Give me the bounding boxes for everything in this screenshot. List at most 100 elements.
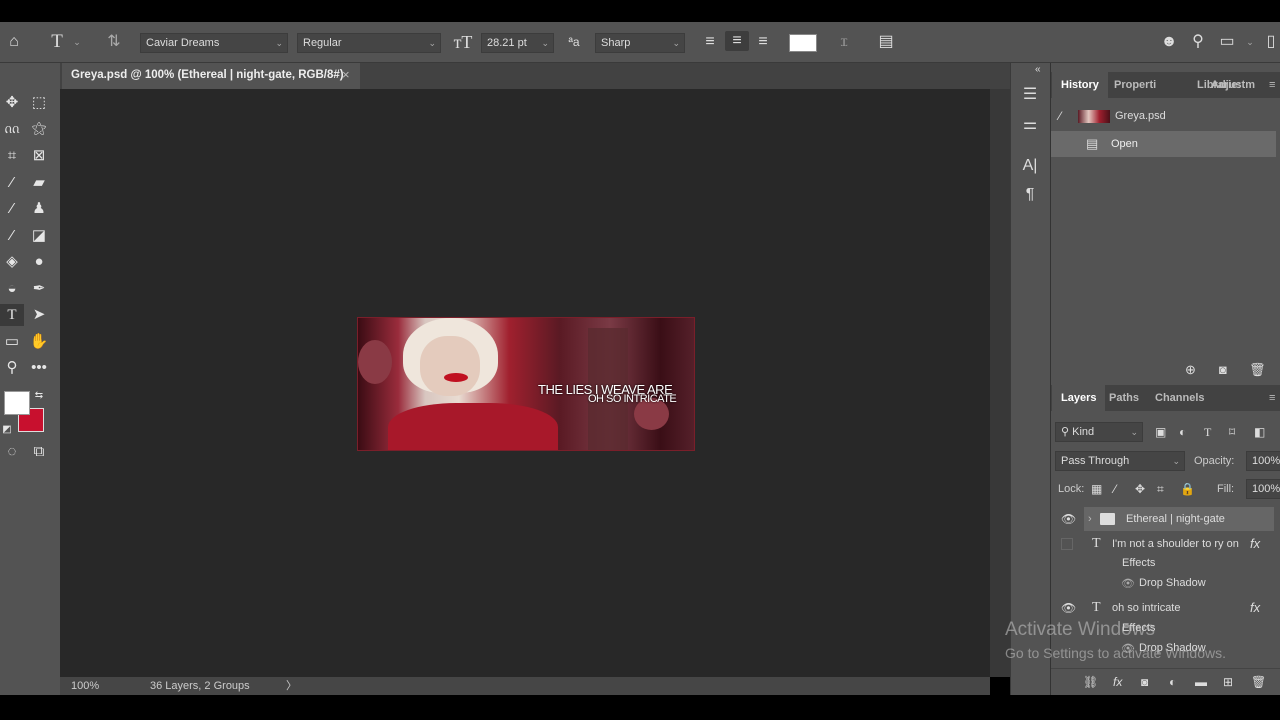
lock-transparency-icon[interactable]: ▦ — [1091, 479, 1102, 499]
workspace-icon[interactable]: ▭ — [1216, 32, 1238, 52]
path-selection-icon[interactable]: ➤ — [27, 304, 51, 326]
character-panel-icon[interactable]: A| — [1019, 156, 1041, 176]
opacity-input[interactable]: 100% — [1246, 451, 1280, 471]
canvas-area[interactable]: The lies I weave are oh so intricate — [60, 89, 990, 677]
paint-bucket-icon[interactable]: ◈ — [0, 251, 24, 273]
tab-channels[interactable]: Channels — [1146, 385, 1214, 411]
tab-history[interactable]: History — [1052, 72, 1108, 98]
align-right-icon[interactable]: ≡ — [753, 32, 773, 52]
default-colors-icon[interactable]: ◩ — [0, 419, 14, 441]
document-tab[interactable]: Greya.psd @ 100% (Ethereal | night-gate,… — [62, 63, 360, 89]
filter-pixel-icon[interactable]: ▣ — [1155, 422, 1166, 442]
visibility-toggle-off[interactable] — [1061, 538, 1073, 550]
frame-tool-icon[interactable]: ⊠ — [27, 145, 51, 167]
history-panel-icon[interactable]: ☰ — [1019, 85, 1041, 105]
layer-row-group[interactable]: › Ethereal | night-gate — [1084, 507, 1274, 531]
add-mask-icon[interactable]: ◙ — [1141, 672, 1148, 692]
more-tools-icon[interactable]: ••• — [27, 357, 51, 379]
new-document-from-state-icon[interactable]: ⊕ — [1185, 360, 1196, 380]
screen-mode-icon[interactable]: ⧉ — [27, 441, 51, 463]
zoom-level[interactable]: 100% — [71, 677, 99, 695]
adjustments-panel-icon[interactable]: ⚌ — [1019, 115, 1041, 135]
antialias-select[interactable]: Sharp ⌄ — [595, 33, 685, 53]
status-menu-arrow[interactable]: 〉 — [286, 677, 297, 695]
panel-layout-icon[interactable]: ▯ — [1262, 32, 1280, 52]
tab-paths[interactable]: Paths — [1100, 385, 1148, 411]
filter-shape-icon[interactable]: ⌑ — [1229, 422, 1235, 442]
document-canvas-artwork[interactable]: The lies I weave are oh so intricate — [357, 317, 695, 451]
lock-all-icon[interactable]: 🔒 — [1180, 479, 1195, 499]
lock-pixels-icon[interactable]: ⁄ — [1114, 479, 1116, 499]
rectangle-tool-icon[interactable]: ▭ — [0, 331, 24, 353]
canvas-scrollbar[interactable] — [990, 89, 1010, 677]
search-icon[interactable]: ⚲ — [1188, 32, 1208, 52]
pen-tool-icon[interactable]: ✒ — [27, 278, 51, 300]
font-family-select[interactable]: Caviar Dreams ⌄ — [140, 33, 288, 53]
visibility-eye-icon[interactable]: 👁 — [1061, 601, 1076, 615]
tab-adjustments[interactable]: Adjustm — [1202, 72, 1264, 98]
lock-position-icon[interactable]: ✥ — [1135, 479, 1145, 499]
text-tool-preset-icon[interactable]: T — [46, 32, 68, 52]
panel-menu-icon[interactable]: ≡ — [1269, 385, 1275, 411]
visibility-eye-icon[interactable]: 👁 — [1061, 512, 1076, 526]
eyedropper-icon[interactable]: ⁄ — [0, 172, 24, 194]
history-snapshot[interactable]: ⁄ Greya.psd — [1051, 103, 1276, 129]
text-color-swatch[interactable] — [789, 34, 817, 52]
stamp-tool-icon[interactable]: ♟ — [27, 198, 51, 220]
type-tool-icon[interactable]: T — [0, 304, 24, 326]
font-size-input[interactable]: 28.21 pt ⌄ — [481, 33, 554, 53]
history-brush-source-icon[interactable]: ⁄ — [1059, 103, 1061, 129]
tab-layers[interactable]: Layers — [1052, 385, 1106, 411]
trash-icon[interactable]: 🗑 — [1249, 360, 1266, 380]
eraser-icon[interactable]: ◪ — [27, 225, 51, 247]
new-layer-icon[interactable]: ⊞ — [1223, 672, 1233, 692]
zoom-tool-icon[interactable]: ⚲ — [0, 357, 24, 379]
lasso-tool-icon[interactable]: ᦶ — [0, 118, 24, 140]
filter-smart-object-icon[interactable]: ◧ — [1254, 422, 1265, 442]
new-adjustment-icon[interactable]: ◐ — [1169, 672, 1176, 692]
hand-tool-icon[interactable]: ✋ — [27, 331, 51, 353]
crop-tool-icon[interactable]: ⌗ — [0, 145, 24, 167]
marquee-tool-icon[interactable]: ⬚ — [27, 92, 51, 114]
new-group-icon[interactable]: ▬ — [1195, 672, 1207, 692]
fx-icon[interactable]: fx — [1250, 598, 1260, 618]
fx-icon[interactable]: fx — [1250, 534, 1260, 554]
quick-mask-icon[interactable]: ◌ — [0, 441, 24, 463]
text-orientation-icon[interactable]: ⇅ — [103, 32, 125, 52]
healing-brush-icon[interactable]: ▰ — [27, 172, 51, 194]
align-center-icon[interactable]: ≡ — [725, 31, 749, 51]
history-state-open[interactable]: ▤ Open — [1051, 131, 1276, 157]
swap-colors-icon[interactable]: ⇆ — [32, 385, 46, 407]
layer-filter-select[interactable]: ⚲ Kind ⌄ — [1055, 422, 1143, 442]
home-icon[interactable]: ⌂ — [4, 32, 24, 52]
chevron-right-icon[interactable]: › — [1088, 507, 1092, 531]
foreground-color-swatch[interactable] — [4, 391, 30, 415]
link-layers-icon[interactable]: ⛓ — [1083, 672, 1098, 692]
effect-drop-shadow[interactable]: Drop Shadow — [1139, 577, 1206, 589]
add-style-icon[interactable]: fx — [1113, 672, 1122, 692]
chevron-down-icon[interactable]: ⌄ — [70, 32, 84, 52]
paragraph-panel-icon[interactable]: ¶ — [1019, 185, 1041, 205]
collapse-panels-icon[interactable]: « — [1035, 60, 1041, 80]
delete-layer-icon[interactable]: 🗑 — [1251, 672, 1266, 692]
fill-input[interactable]: 100% — [1246, 479, 1280, 499]
character-panel-icon[interactable]: ▤ — [876, 32, 896, 52]
chevron-down-icon[interactable]: ⌄ — [1244, 32, 1256, 52]
panel-menu-icon[interactable]: ≡ — [1269, 72, 1275, 98]
filter-adjustment-icon[interactable]: ◐ — [1179, 422, 1186, 442]
tab-properties[interactable]: Properti — [1105, 72, 1165, 98]
filter-type-icon[interactable]: T — [1204, 422, 1211, 442]
warp-text-icon[interactable]: ꮖ — [834, 32, 854, 52]
close-tab-icon[interactable]: × — [342, 63, 350, 87]
history-brush-icon[interactable]: ⁄ — [0, 225, 24, 247]
move-tool-icon[interactable]: ✥ — [0, 92, 24, 114]
blur-tool-icon[interactable]: ● — [27, 251, 51, 273]
align-left-icon[interactable]: ≡ — [700, 32, 720, 52]
share-icon[interactable]: ☻ — [1158, 32, 1180, 52]
lock-artboard-icon[interactable]: ⌗ — [1157, 479, 1164, 499]
magic-wand-icon[interactable]: ⚝ — [27, 118, 51, 140]
effect-eye-icon[interactable]: 👁 — [1121, 577, 1135, 590]
dodge-tool-icon[interactable]: ◒ — [0, 278, 24, 300]
font-style-select[interactable]: Regular ⌄ — [297, 33, 441, 53]
camera-icon[interactable]: ◙ — [1219, 360, 1227, 380]
